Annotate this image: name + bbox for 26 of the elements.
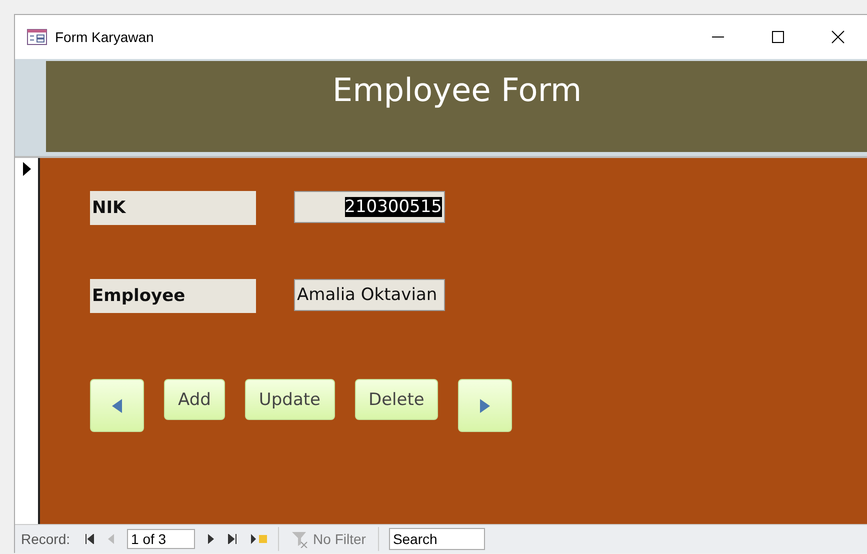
field-label: Employee <box>90 279 256 313</box>
no-filter-button[interactable]: No Filter <box>283 530 374 548</box>
text-field[interactable]: Amalia Oktavian <box>294 279 445 311</box>
previous-button[interactable] <box>90 379 144 432</box>
text-field[interactable]: 210300515 <box>294 191 445 223</box>
last-record-icon[interactable] <box>228 534 238 544</box>
minimize-icon <box>711 36 725 38</box>
form-title: Employee Form <box>332 71 582 111</box>
close-icon <box>831 30 845 44</box>
left-triangle-icon <box>112 398 122 412</box>
action-button[interactable]: Add <box>164 379 225 420</box>
right-triangle-icon <box>480 398 490 412</box>
action-button[interactable]: Delete <box>354 379 438 420</box>
next-record-icon[interactable] <box>208 534 214 544</box>
action-button[interactable]: Update <box>244 379 334 420</box>
record-label: Record: <box>21 531 70 547</box>
field-label: NIK <box>90 191 256 225</box>
record-field[interactable]: 1 of 3 <box>127 529 196 549</box>
maximize-icon <box>771 30 785 44</box>
form-icon <box>27 29 47 45</box>
clear-filter-icon <box>291 530 310 548</box>
next-button[interactable] <box>458 379 512 432</box>
first-record-icon[interactable] <box>85 534 94 544</box>
new-record-icon[interactable] <box>251 534 268 544</box>
window-title: Form Karyawan <box>55 29 155 45</box>
search-field[interactable]: Search <box>388 528 485 550</box>
